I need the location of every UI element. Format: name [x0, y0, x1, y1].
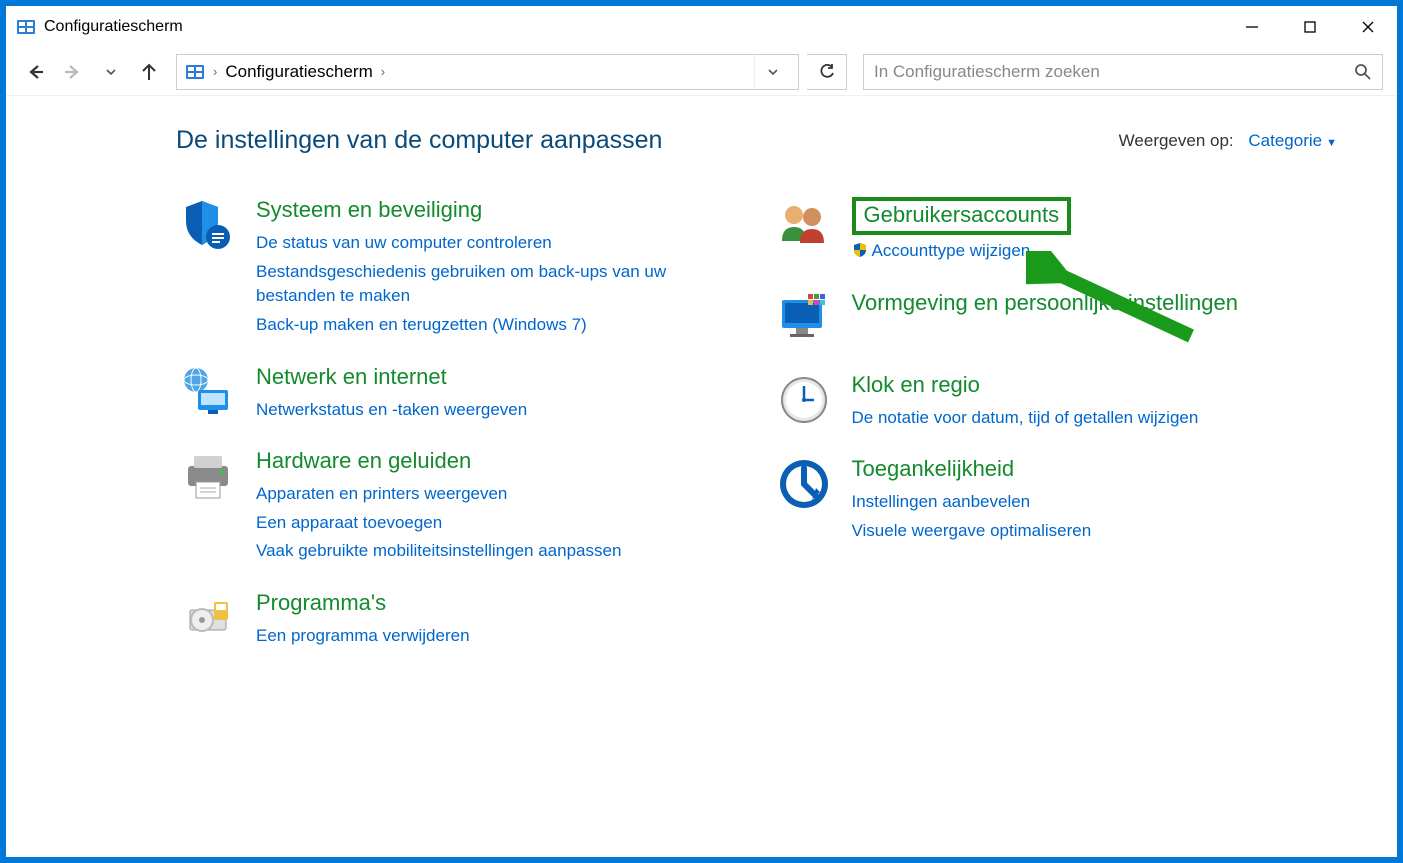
accessibility-icon: [772, 456, 836, 512]
window-title: Configuratiescherm: [44, 18, 183, 36]
view-by-label: Weergeven op:: [1119, 131, 1234, 150]
category-link[interactable]: De notatie voor datum, tijd of getallen …: [852, 406, 1338, 431]
category-link[interactable]: Instellingen aanbevelen: [852, 490, 1338, 515]
content-area: De instellingen van de computer aanpasse…: [6, 96, 1397, 857]
category-appearance: Vormgeving en persoonlijke instellingen: [772, 290, 1338, 346]
page-title: De instellingen van de computer aanpasse…: [176, 126, 662, 155]
uac-shield-icon: [852, 242, 868, 258]
category-hardware: Hardware en geluiden Apparaten en printe…: [176, 448, 742, 564]
category-title[interactable]: Toegankelijkheid: [852, 456, 1015, 482]
control-panel-window: Configuratiescherm: [6, 6, 1397, 857]
category-network: Netwerk en internet Netwerkstatus en -ta…: [176, 364, 742, 423]
view-by: Weergeven op: Categorie▼: [1119, 131, 1337, 151]
category-link[interactable]: De status van uw computer controleren: [256, 231, 742, 256]
minimize-button[interactable]: [1223, 6, 1281, 48]
content-header: De instellingen van de computer aanpasse…: [176, 126, 1337, 155]
forward-button[interactable]: [58, 57, 88, 87]
breadcrumb-item[interactable]: Configuratiescherm: [225, 62, 372, 82]
view-by-dropdown[interactable]: Categorie▼: [1248, 131, 1337, 150]
category-link[interactable]: Visuele weergave optimaliseren: [852, 519, 1338, 544]
monitor-icon: [772, 290, 836, 346]
category-title[interactable]: Systeem en beveiliging: [256, 197, 482, 223]
back-button[interactable]: [20, 57, 50, 87]
highlight-annotation: Gebruikersaccounts: [852, 197, 1072, 235]
recent-locations-button[interactable]: [96, 57, 126, 87]
programs-icon: [176, 590, 240, 646]
category-link[interactable]: Back-up maken en terugzetten (Windows 7): [256, 313, 742, 338]
search-icon[interactable]: [1354, 63, 1372, 81]
category-title[interactable]: Programma's: [256, 590, 386, 616]
users-icon: [772, 197, 836, 253]
category-link[interactable]: Apparaten en printers weergeven: [256, 482, 742, 507]
category-title[interactable]: Netwerk en internet: [256, 364, 447, 390]
category-user-accounts: Gebruikersaccounts Accounttype wijzigen: [772, 197, 1338, 264]
titlebar: Configuratiescherm: [6, 6, 1397, 48]
maximize-button[interactable]: [1281, 6, 1339, 48]
refresh-button[interactable]: [807, 54, 847, 90]
category-title[interactable]: Gebruikersaccounts: [864, 202, 1060, 228]
category-link[interactable]: Accounttype wijzigen: [852, 239, 1338, 264]
search-box[interactable]: [863, 54, 1383, 90]
category-link[interactable]: Vaak gebruikte mobiliteitsinstellingen a…: [256, 539, 742, 564]
category-system-security: Systeem en beveiliging De status van uw …: [176, 197, 742, 338]
category-link[interactable]: Een programma verwijderen: [256, 624, 742, 649]
category-link[interactable]: Netwerkstatus en -taken weergeven: [256, 398, 742, 423]
window-controls: [1223, 6, 1397, 48]
app-icon: [16, 17, 36, 37]
category-link[interactable]: Een apparaat toevoegen: [256, 511, 742, 536]
address-dropdown-button[interactable]: [754, 55, 790, 89]
address-icon: [185, 62, 205, 82]
chevron-right-icon[interactable]: ›: [381, 64, 385, 79]
clock-icon: [772, 372, 836, 428]
close-button[interactable]: [1339, 6, 1397, 48]
category-programs: Programma's Een programma verwijderen: [176, 590, 742, 649]
category-link[interactable]: Bestandsgeschiedenis gebruiken om back-u…: [256, 260, 742, 309]
network-icon: [176, 364, 240, 420]
search-input[interactable]: [874, 62, 1354, 82]
up-button[interactable]: [134, 57, 164, 87]
right-column: Gebruikersaccounts Accounttype wijzigen: [772, 197, 1338, 675]
category-title[interactable]: Klok en regio: [852, 372, 980, 398]
printer-icon: [176, 448, 240, 504]
navigation-bar: › Configuratiescherm ›: [6, 48, 1397, 96]
category-columns: Systeem en beveiliging De status van uw …: [176, 197, 1337, 675]
category-clock-region: Klok en regio De notatie voor datum, tij…: [772, 372, 1338, 431]
chevron-right-icon[interactable]: ›: [213, 64, 217, 79]
category-title[interactable]: Hardware en geluiden: [256, 448, 471, 474]
shield-icon: [176, 197, 240, 253]
left-column: Systeem en beveiliging De status van uw …: [176, 197, 742, 675]
address-bar[interactable]: › Configuratiescherm ›: [176, 54, 799, 90]
category-accessibility: Toegankelijkheid Instellingen aanbevelen…: [772, 456, 1338, 543]
category-title[interactable]: Vormgeving en persoonlijke instellingen: [852, 290, 1238, 316]
